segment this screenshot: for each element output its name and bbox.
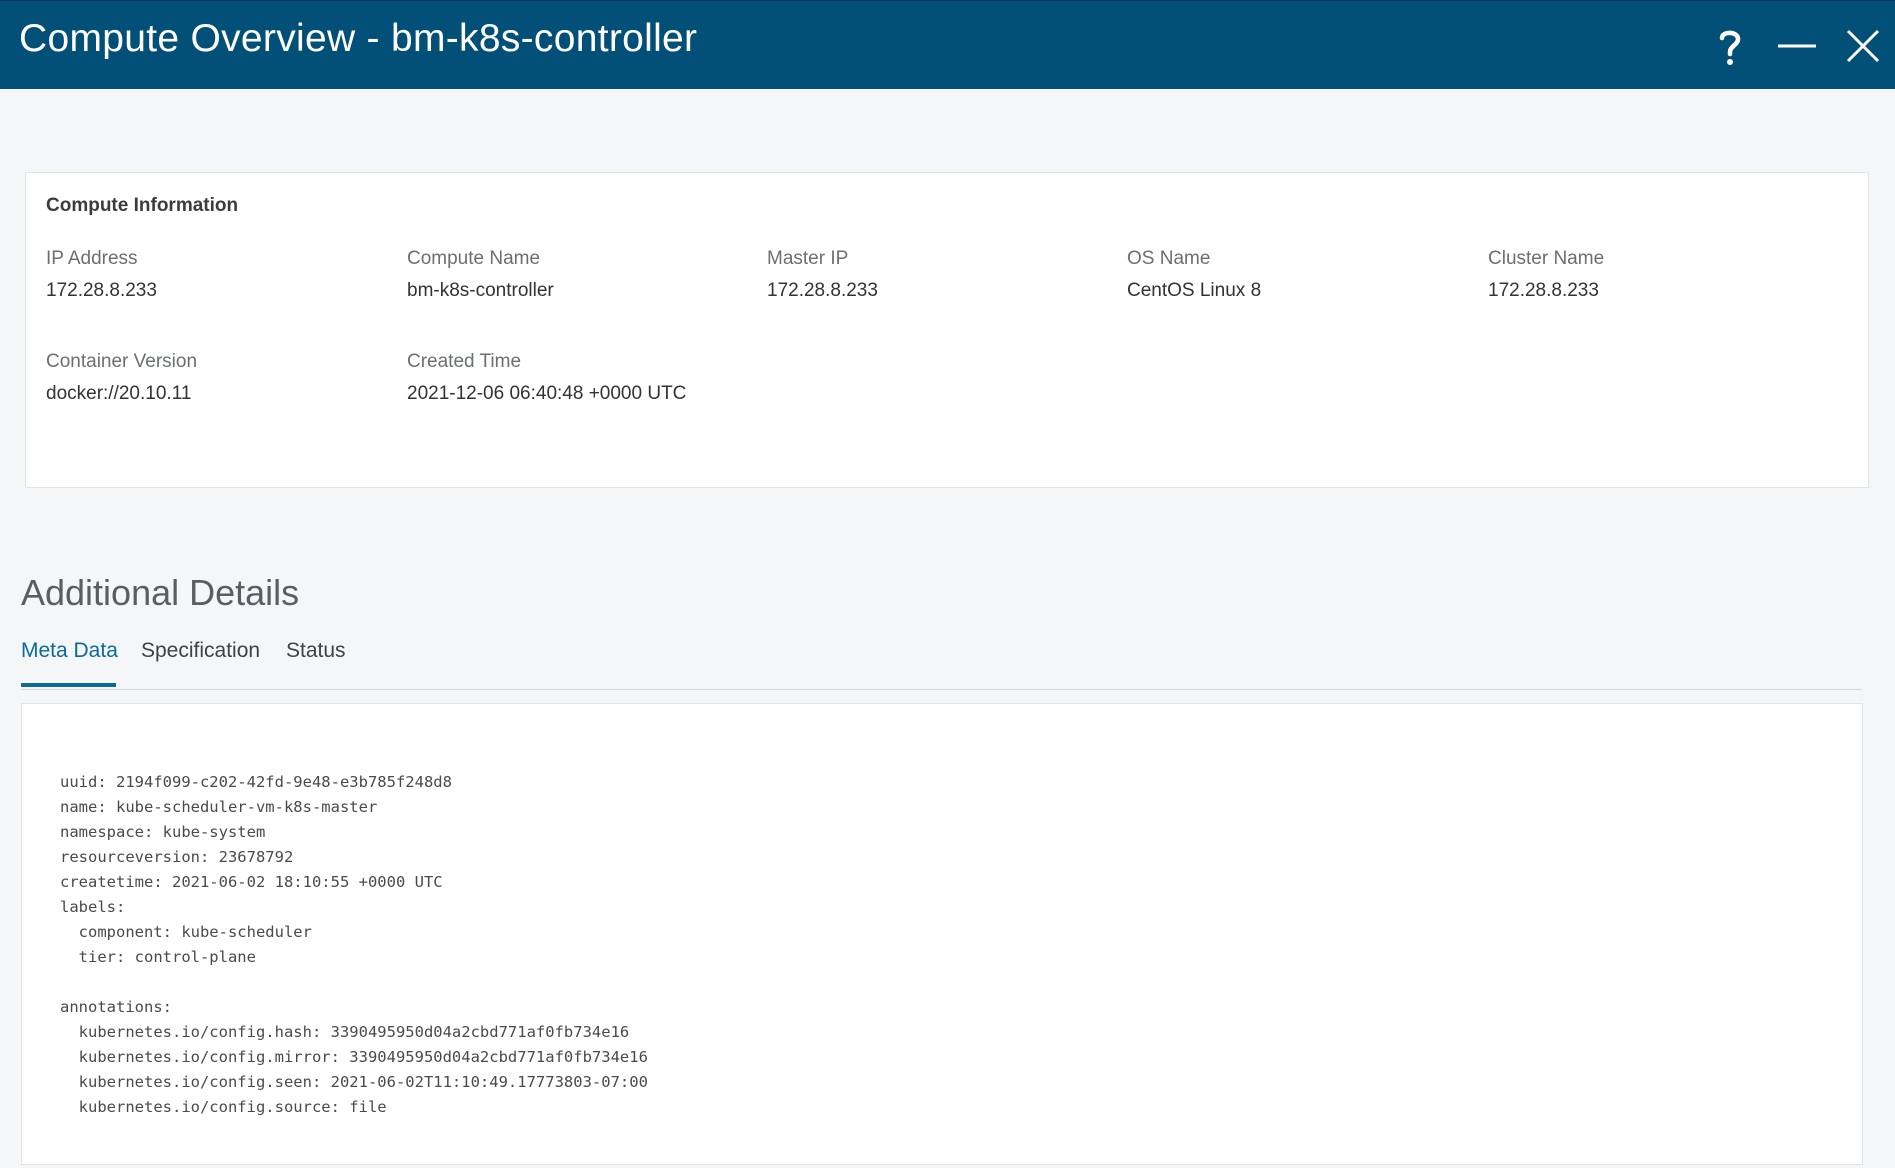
field-label: IP Address (46, 248, 138, 269)
minimize-icon (1778, 44, 1816, 48)
help-button[interactable] (1707, 23, 1753, 69)
field-value: 2021-12-06 06:40:48 +0000 UTC (407, 383, 687, 404)
field-value: 172.28.8.233 (46, 280, 157, 301)
field-label: Master IP (767, 248, 849, 269)
field-label: Container Version (46, 351, 198, 372)
field-created-time: Created Time 2021-12-06 06:40:48 +0000 U… (407, 351, 747, 405)
field-compute-name: Compute Name bm-k8s-controller (407, 248, 747, 302)
field-label: Compute Name (407, 248, 541, 269)
close-icon (1846, 29, 1880, 63)
minimize-button[interactable] (1774, 23, 1820, 69)
field-value: 172.28.8.233 (767, 280, 878, 301)
field-label: OS Name (1127, 248, 1211, 269)
metadata-text: uuid: 2194f099-c202-42fd-9e48-e3b785f248… (60, 773, 648, 1116)
field-value: bm-k8s-controller (407, 280, 554, 301)
field-ip-address: IP Address 172.28.8.233 (46, 248, 386, 302)
metadata-panel: uuid: 2194f099-c202-42fd-9e48-e3b785f248… (21, 703, 1863, 1165)
tab-status[interactable]: Status (286, 639, 346, 687)
window-title: Compute Overview - bm-k8s-controller (19, 17, 698, 60)
tab-meta-data[interactable]: Meta Data (21, 639, 118, 687)
field-master-ip: Master IP 172.28.8.233 (767, 248, 1107, 302)
field-os-name: OS Name CentOS Linux 8 (1127, 248, 1467, 302)
field-value: CentOS Linux 8 (1127, 280, 1262, 301)
field-label: Cluster Name (1488, 248, 1605, 269)
field-label: Created Time (407, 351, 522, 372)
window-titlebar: Compute Overview - bm-k8s-controller (0, 0, 1895, 89)
field-container-version: Container Version docker://20.10.11 (46, 351, 386, 405)
field-value: 172.28.8.233 (1488, 280, 1599, 301)
card-title: Compute Information (46, 195, 239, 216)
tab-specification[interactable]: Specification (141, 639, 260, 687)
additional-details-title: Additional Details (21, 572, 300, 613)
details-tabs: Meta Data Specification Status (21, 635, 1862, 690)
field-value: docker://20.10.11 (46, 383, 192, 404)
compute-information-card: Compute Information IP Address 172.28.8.… (25, 172, 1869, 488)
close-button[interactable] (1840, 23, 1886, 69)
help-icon (1719, 30, 1741, 65)
field-cluster-name: Cluster Name 172.28.8.233 (1488, 248, 1828, 302)
